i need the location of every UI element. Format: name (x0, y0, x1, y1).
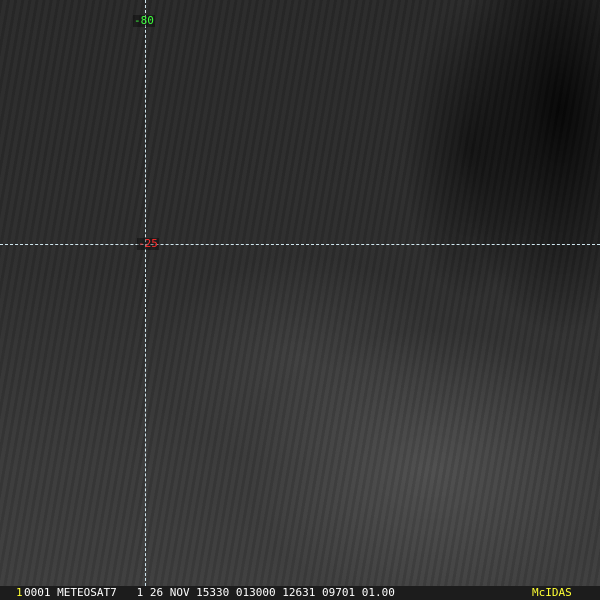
frame-number: 1 (16, 586, 23, 599)
latitude-label: -25 (137, 237, 159, 250)
satellite-image: -80 -25 1 0001 METEOSAT7 1 26 NOV 15330 … (0, 0, 600, 600)
longitude-label: -80 (133, 14, 155, 27)
longitude-grid-line (145, 0, 146, 586)
mcidas-brand: McIDAS (532, 586, 572, 599)
latitude-grid-line (0, 244, 600, 245)
image-info-text: 0001 METEOSAT7 1 26 NOV 15330 013000 126… (24, 586, 395, 599)
cloud-texture (0, 0, 600, 600)
info-bar: 1 0001 METEOSAT7 1 26 NOV 15330 013000 1… (0, 586, 600, 600)
